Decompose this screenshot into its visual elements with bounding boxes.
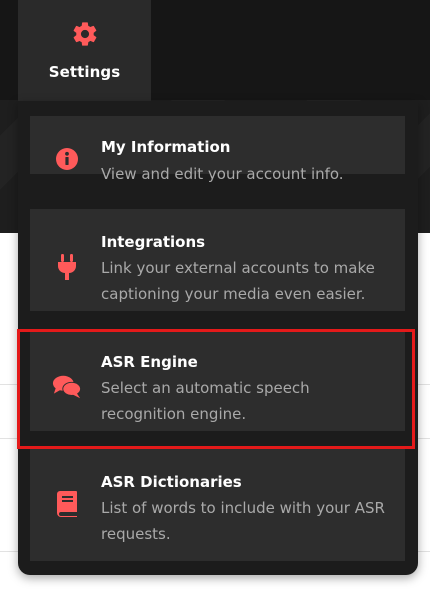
settings-dropdown-menu: My Information View and edit your accoun… xyxy=(18,101,418,575)
book-icon xyxy=(52,489,82,519)
settings-tab-label: Settings xyxy=(48,63,121,81)
menu-item-description: Link your external accounts to make capt… xyxy=(101,259,375,303)
gear-icon xyxy=(70,19,100,49)
settings-tab[interactable]: Settings xyxy=(18,0,151,101)
info-circle-icon xyxy=(52,144,82,174)
menu-item-asr-dictionaries[interactable]: ASR Dictionaries List of words to includ… xyxy=(30,449,405,561)
menu-item-title: Integrations xyxy=(101,233,206,251)
menu-item-title: ASR Dictionaries xyxy=(101,473,242,491)
menu-item-title: ASR Engine xyxy=(101,353,198,371)
menu-item-description: List of words to include with your ASR r… xyxy=(101,499,385,543)
chat-bubbles-icon xyxy=(52,372,82,402)
menu-item-integrations[interactable]: Integrations Link your external accounts… xyxy=(30,209,405,311)
menu-item-description: View and edit your account info. xyxy=(101,165,344,183)
menu-item-my-information[interactable]: My Information View and edit your accoun… xyxy=(30,116,405,183)
plug-icon xyxy=(52,252,82,282)
menu-item-description: Select an automatic speech recognition e… xyxy=(101,379,310,423)
menu-item-asr-engine[interactable]: ASR Engine Select an automatic speech re… xyxy=(30,329,405,431)
menu-item-title: My Information xyxy=(101,138,231,156)
